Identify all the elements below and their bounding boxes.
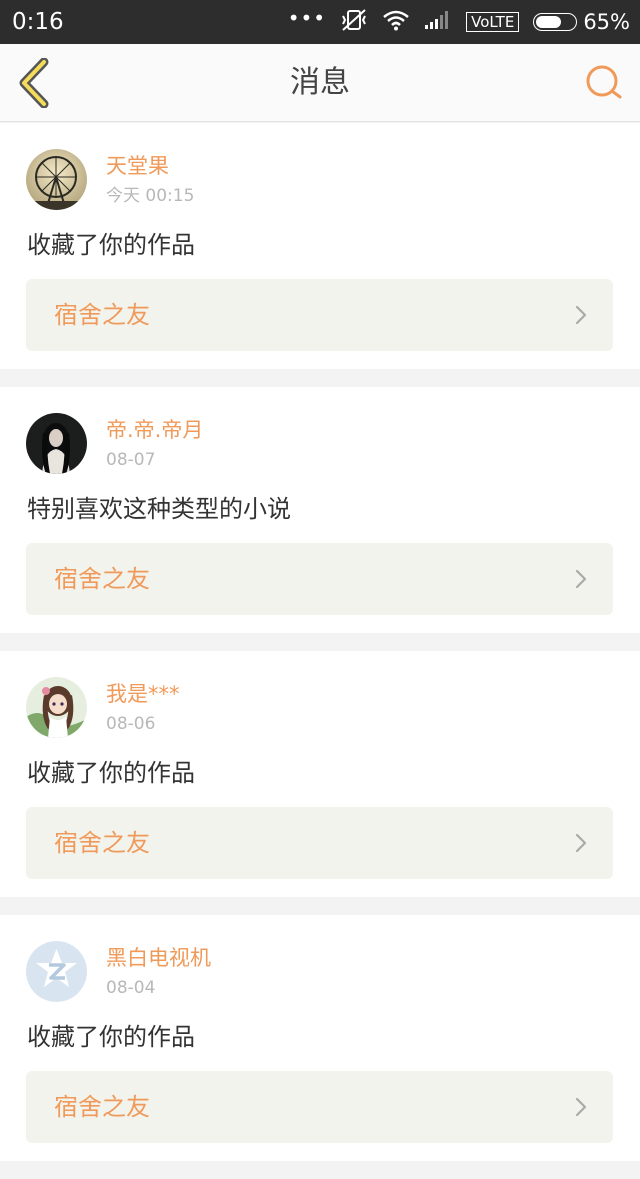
chevron-right-icon [575,569,587,589]
message-card: 天堂果 今天 00:15 收藏了你的作品 宿舍之友 [0,123,640,369]
avatar[interactable] [26,149,87,210]
cellular-signal-icon [424,10,452,34]
notification-dots: ••• [287,6,327,30]
work-title: 宿舍之友 [54,829,150,857]
search-button[interactable] [584,62,624,102]
user-name[interactable]: 我是*** [106,681,180,707]
volte-badge: VoLTE [466,12,520,32]
chevron-right-icon [575,833,587,853]
page-title: 消息 [290,65,350,100]
timestamp: 08-06 [106,714,156,734]
message-text: 特别喜欢这种类型的小说 [27,495,291,523]
work-link[interactable]: 宿舍之友 [26,1071,613,1143]
user-name[interactable]: 帝.帝.帝月 [106,417,203,443]
battery-percent: 65% [583,10,630,34]
message-card: 帝.帝.帝月 08-07 特别喜欢这种类型的小说 宿舍之友 [0,387,640,633]
battery-fill [536,16,561,28]
timestamp: 08-04 [106,978,156,998]
wifi-icon [382,9,410,35]
status-icons: ••• VoLTE 65% [288,8,630,36]
timestamp: 08-07 [106,450,156,470]
avatar[interactable] [26,677,87,738]
battery-icon [533,13,578,31]
nav-bar: 消息 [0,44,640,122]
status-bar: 0:16 ••• VoLTE 65% [0,0,640,44]
timestamp: 今天 00:15 [106,186,195,206]
avatar[interactable] [26,941,87,1002]
user-name[interactable]: 天堂果 [106,153,169,179]
message-text: 收藏了你的作品 [27,231,195,259]
work-title: 宿舍之友 [54,565,150,593]
work-link[interactable]: 宿舍之友 [26,543,613,615]
battery: 65% [533,10,630,34]
work-title: 宿舍之友 [54,301,150,329]
message-text: 收藏了你的作品 [27,759,195,787]
work-link[interactable]: 宿舍之友 [26,279,613,351]
vibrate-off-icon [340,8,368,36]
status-time: 0:16 [12,9,64,35]
message-text: 收藏了你的作品 [27,1023,195,1051]
message-list: 天堂果 今天 00:15 收藏了你的作品 宿舍之友 帝.帝.帝月 08-07 特… [0,123,640,1179]
work-title: 宿舍之友 [54,1093,150,1121]
chevron-right-icon [575,1097,587,1117]
avatar[interactable] [26,413,87,474]
user-name[interactable]: 黑白电视机 [106,945,211,971]
work-link[interactable]: 宿舍之友 [26,807,613,879]
chevron-right-icon [575,305,587,325]
search-icon [586,65,622,99]
message-card: 我是*** 08-06 收藏了你的作品 宿舍之友 [0,651,640,897]
message-card: 黑白电视机 08-04 收藏了你的作品 宿舍之友 [0,915,640,1161]
